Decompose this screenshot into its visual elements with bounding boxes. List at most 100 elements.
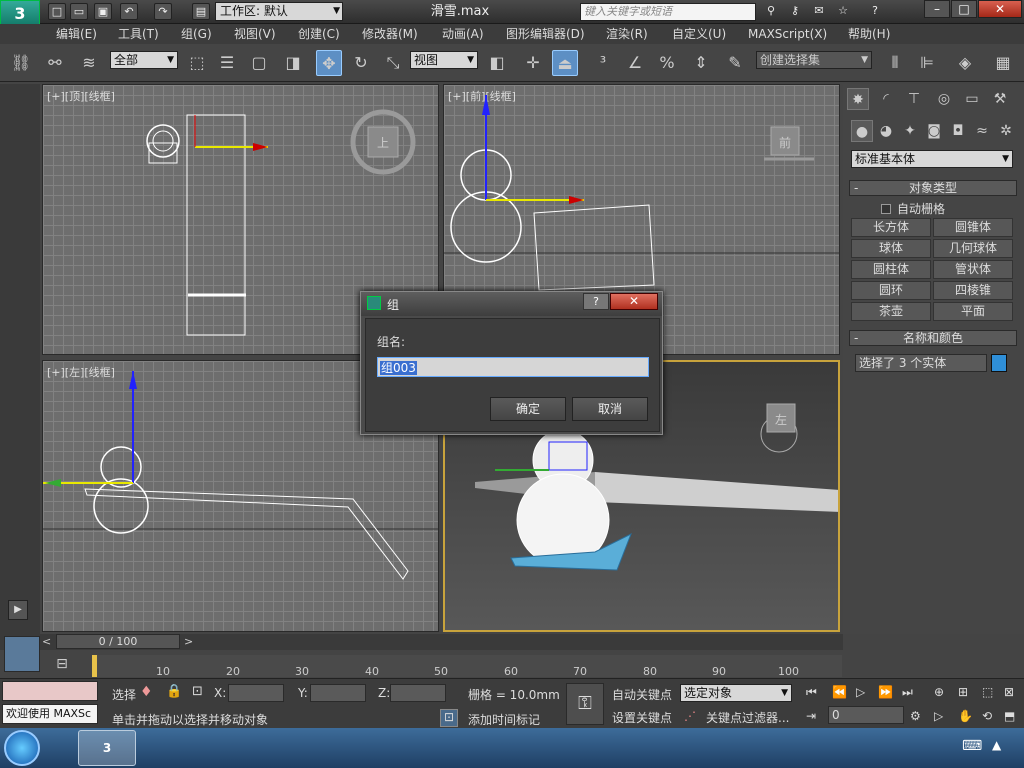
create-tab-icon[interactable]: ✸ xyxy=(847,88,869,110)
edit-named-selection-icon[interactable]: ✎ xyxy=(722,50,748,76)
minimize-button[interactable]: – xyxy=(924,0,950,18)
shapes-icon[interactable]: ◕ xyxy=(875,120,897,142)
selection-filter-dropdown[interactable]: 全部 ▼ xyxy=(110,51,178,69)
isolate-icon[interactable]: ♦ xyxy=(140,684,153,700)
motion-tab-icon[interactable]: ◎ xyxy=(933,88,955,110)
display-tab-icon[interactable]: ▭ xyxy=(961,88,983,110)
zoom-extents-icon[interactable]: ⬚ xyxy=(982,685,993,699)
expand-panel-button[interactable]: ▶ xyxy=(8,600,28,620)
key-search-icon[interactable]: ⚷ xyxy=(786,3,804,20)
current-frame-input[interactable]: 0 xyxy=(828,706,904,724)
zoom-icon[interactable]: ⊕ xyxy=(934,685,944,699)
auto-key-button[interactable]: 自动关键点 xyxy=(612,686,672,703)
workspace-dropdown[interactable]: 工作区: 默认 ▼ xyxy=(215,2,343,21)
add-time-tag-label[interactable]: 添加时间标记 xyxy=(468,711,540,728)
cameras-icon[interactable]: ◙ xyxy=(923,120,945,142)
graphite-tools-icon[interactable]: ▦ xyxy=(990,50,1016,76)
angle-snap-icon[interactable]: ∠ xyxy=(622,50,648,76)
object-name-input[interactable]: 选择了 3 个实体 xyxy=(855,354,987,372)
x-coord-input[interactable] xyxy=(228,684,284,702)
geometry-icon[interactable]: ● xyxy=(851,120,873,142)
zoom-all-icon[interactable]: ⊞ xyxy=(958,685,968,699)
set-key-button[interactable]: 设置关键点 xyxy=(612,709,672,726)
menu-modifiers[interactable]: 修改器(M) xyxy=(362,26,418,42)
prev-frame-icon[interactable]: < xyxy=(42,635,51,648)
keyboard-icon[interactable]: ⌨ xyxy=(962,738,982,754)
maxscript-listener-input[interactable] xyxy=(2,681,98,701)
systems-icon[interactable]: ✲ xyxy=(995,120,1017,142)
key-mode-toggle-icon[interactable]: ⇥ xyxy=(806,709,816,723)
search-input[interactable]: 键入关键字或短语 xyxy=(580,3,756,21)
mini-curve-editor-icon[interactable]: ⊟ xyxy=(50,656,74,676)
dialog-close-button[interactable]: ✕ xyxy=(610,293,658,310)
close-window-button[interactable]: ✕ xyxy=(978,0,1022,18)
geosphere-button[interactable]: 几何球体 xyxy=(933,239,1013,258)
orbit-icon[interactable]: ⟲ xyxy=(982,709,992,723)
mirror-icon[interactable]: ⫴ xyxy=(882,50,908,76)
rectangular-selection-icon[interactable]: ▢ xyxy=(246,50,272,76)
auto-grid-checkbox[interactable]: 自动栅格 xyxy=(881,200,945,217)
dialog-title-bar[interactable]: 组 ? ✕ xyxy=(361,292,662,316)
dialog-help-button[interactable]: ? xyxy=(583,293,609,310)
undo-icon[interactable]: ↶ xyxy=(120,3,138,20)
menu-tools[interactable]: 工具(T) xyxy=(118,26,159,42)
save-file-icon[interactable]: ▣ xyxy=(94,3,112,20)
help-icon[interactable]: ? xyxy=(866,3,884,20)
select-and-move-icon[interactable]: ✥ xyxy=(316,50,342,76)
ok-button[interactable]: 确定 xyxy=(490,397,566,421)
align-icon[interactable]: ⊫ xyxy=(914,50,940,76)
prev-key-icon[interactable]: ⏪ xyxy=(832,685,847,699)
next-frame-icon[interactable]: > xyxy=(184,635,193,648)
z-coord-input[interactable] xyxy=(390,684,446,702)
absolute-mode-icon[interactable]: ⊡ xyxy=(192,684,203,699)
time-config-icon[interactable]: ⚙ xyxy=(910,709,921,723)
time-slider[interactable]: 0 / 100 xyxy=(56,634,180,649)
next-key-icon[interactable]: ⏩ xyxy=(878,685,893,699)
binoculars-icon[interactable]: ⚲ xyxy=(762,3,780,20)
lights-icon[interactable]: ✦ xyxy=(899,120,921,142)
space-warps-icon[interactable]: ≈ xyxy=(971,120,993,142)
hierarchy-tab-icon[interactable]: ⊤ xyxy=(903,88,925,110)
menu-help[interactable]: 帮助(H) xyxy=(848,26,890,42)
window-crossing-icon[interactable]: ◨ xyxy=(280,50,306,76)
current-frame-marker[interactable] xyxy=(92,655,97,677)
time-tag-icon[interactable]: ⊡ xyxy=(440,709,458,727)
menu-edit[interactable]: 编辑(E) xyxy=(56,26,97,42)
key-filters-button[interactable]: 关键点过滤器... xyxy=(706,709,789,726)
snap-toggle-icon[interactable]: ³ xyxy=(590,50,616,76)
select-and-rotate-icon[interactable]: ↻ xyxy=(348,50,374,76)
open-file-icon[interactable]: ▭ xyxy=(70,3,88,20)
percent-snap-icon[interactable]: % xyxy=(654,50,680,76)
object-type-rollout-header[interactable]: - 对象类型 xyxy=(849,180,1017,196)
tube-button[interactable]: 管状体 xyxy=(933,260,1013,279)
taskbar-3dsmax-app[interactable]: 3 xyxy=(78,730,136,766)
sphere-button[interactable]: 球体 xyxy=(851,239,931,258)
pivot-center-icon[interactable]: ◧ xyxy=(484,50,510,76)
viewport-layout-icon[interactable] xyxy=(4,636,40,672)
project-folder-icon[interactable]: ▤ xyxy=(192,3,210,20)
pyramid-button[interactable]: 四棱锥 xyxy=(933,281,1013,300)
cylinder-button[interactable]: 圆柱体 xyxy=(851,260,931,279)
menu-rendering[interactable]: 渲染(R) xyxy=(606,26,648,42)
cone-button[interactable]: 圆锥体 xyxy=(933,218,1013,237)
layer-manager-icon[interactable]: ◈ xyxy=(952,50,978,76)
link-icon[interactable]: ⛓ xyxy=(8,50,34,76)
utilities-tab-icon[interactable]: ⚒ xyxy=(989,88,1011,110)
maximize-button[interactable]: □ xyxy=(951,0,977,18)
primitive-category-dropdown[interactable]: 标准基本体 ▼ xyxy=(851,150,1013,168)
pan-icon[interactable]: ✋ xyxy=(958,709,973,723)
communication-icon[interactable]: ✉ xyxy=(810,3,828,20)
menu-customize[interactable]: 自定义(U) xyxy=(672,26,726,42)
play-icon[interactable]: ▷ xyxy=(856,685,865,699)
select-by-name-icon[interactable]: ☰ xyxy=(214,50,240,76)
maxscript-output[interactable]: 欢迎使用 MAXSc xyxy=(2,704,98,724)
y-coord-input[interactable] xyxy=(310,684,366,702)
select-object-icon[interactable]: ⬚ xyxy=(184,50,210,76)
select-and-scale-icon[interactable]: ⤡ xyxy=(380,50,406,76)
spinner-snap-icon[interactable]: ⇕ xyxy=(688,50,714,76)
name-color-rollout-header[interactable]: - 名称和颜色 xyxy=(849,330,1017,346)
modify-tab-icon[interactable]: ◜ xyxy=(875,88,897,110)
reference-coordinate-dropdown[interactable]: 视图 ▼ xyxy=(410,51,478,69)
teapot-button[interactable]: 茶壶 xyxy=(851,302,931,321)
maximize-viewport-icon[interactable]: ⬒ xyxy=(1004,709,1015,723)
